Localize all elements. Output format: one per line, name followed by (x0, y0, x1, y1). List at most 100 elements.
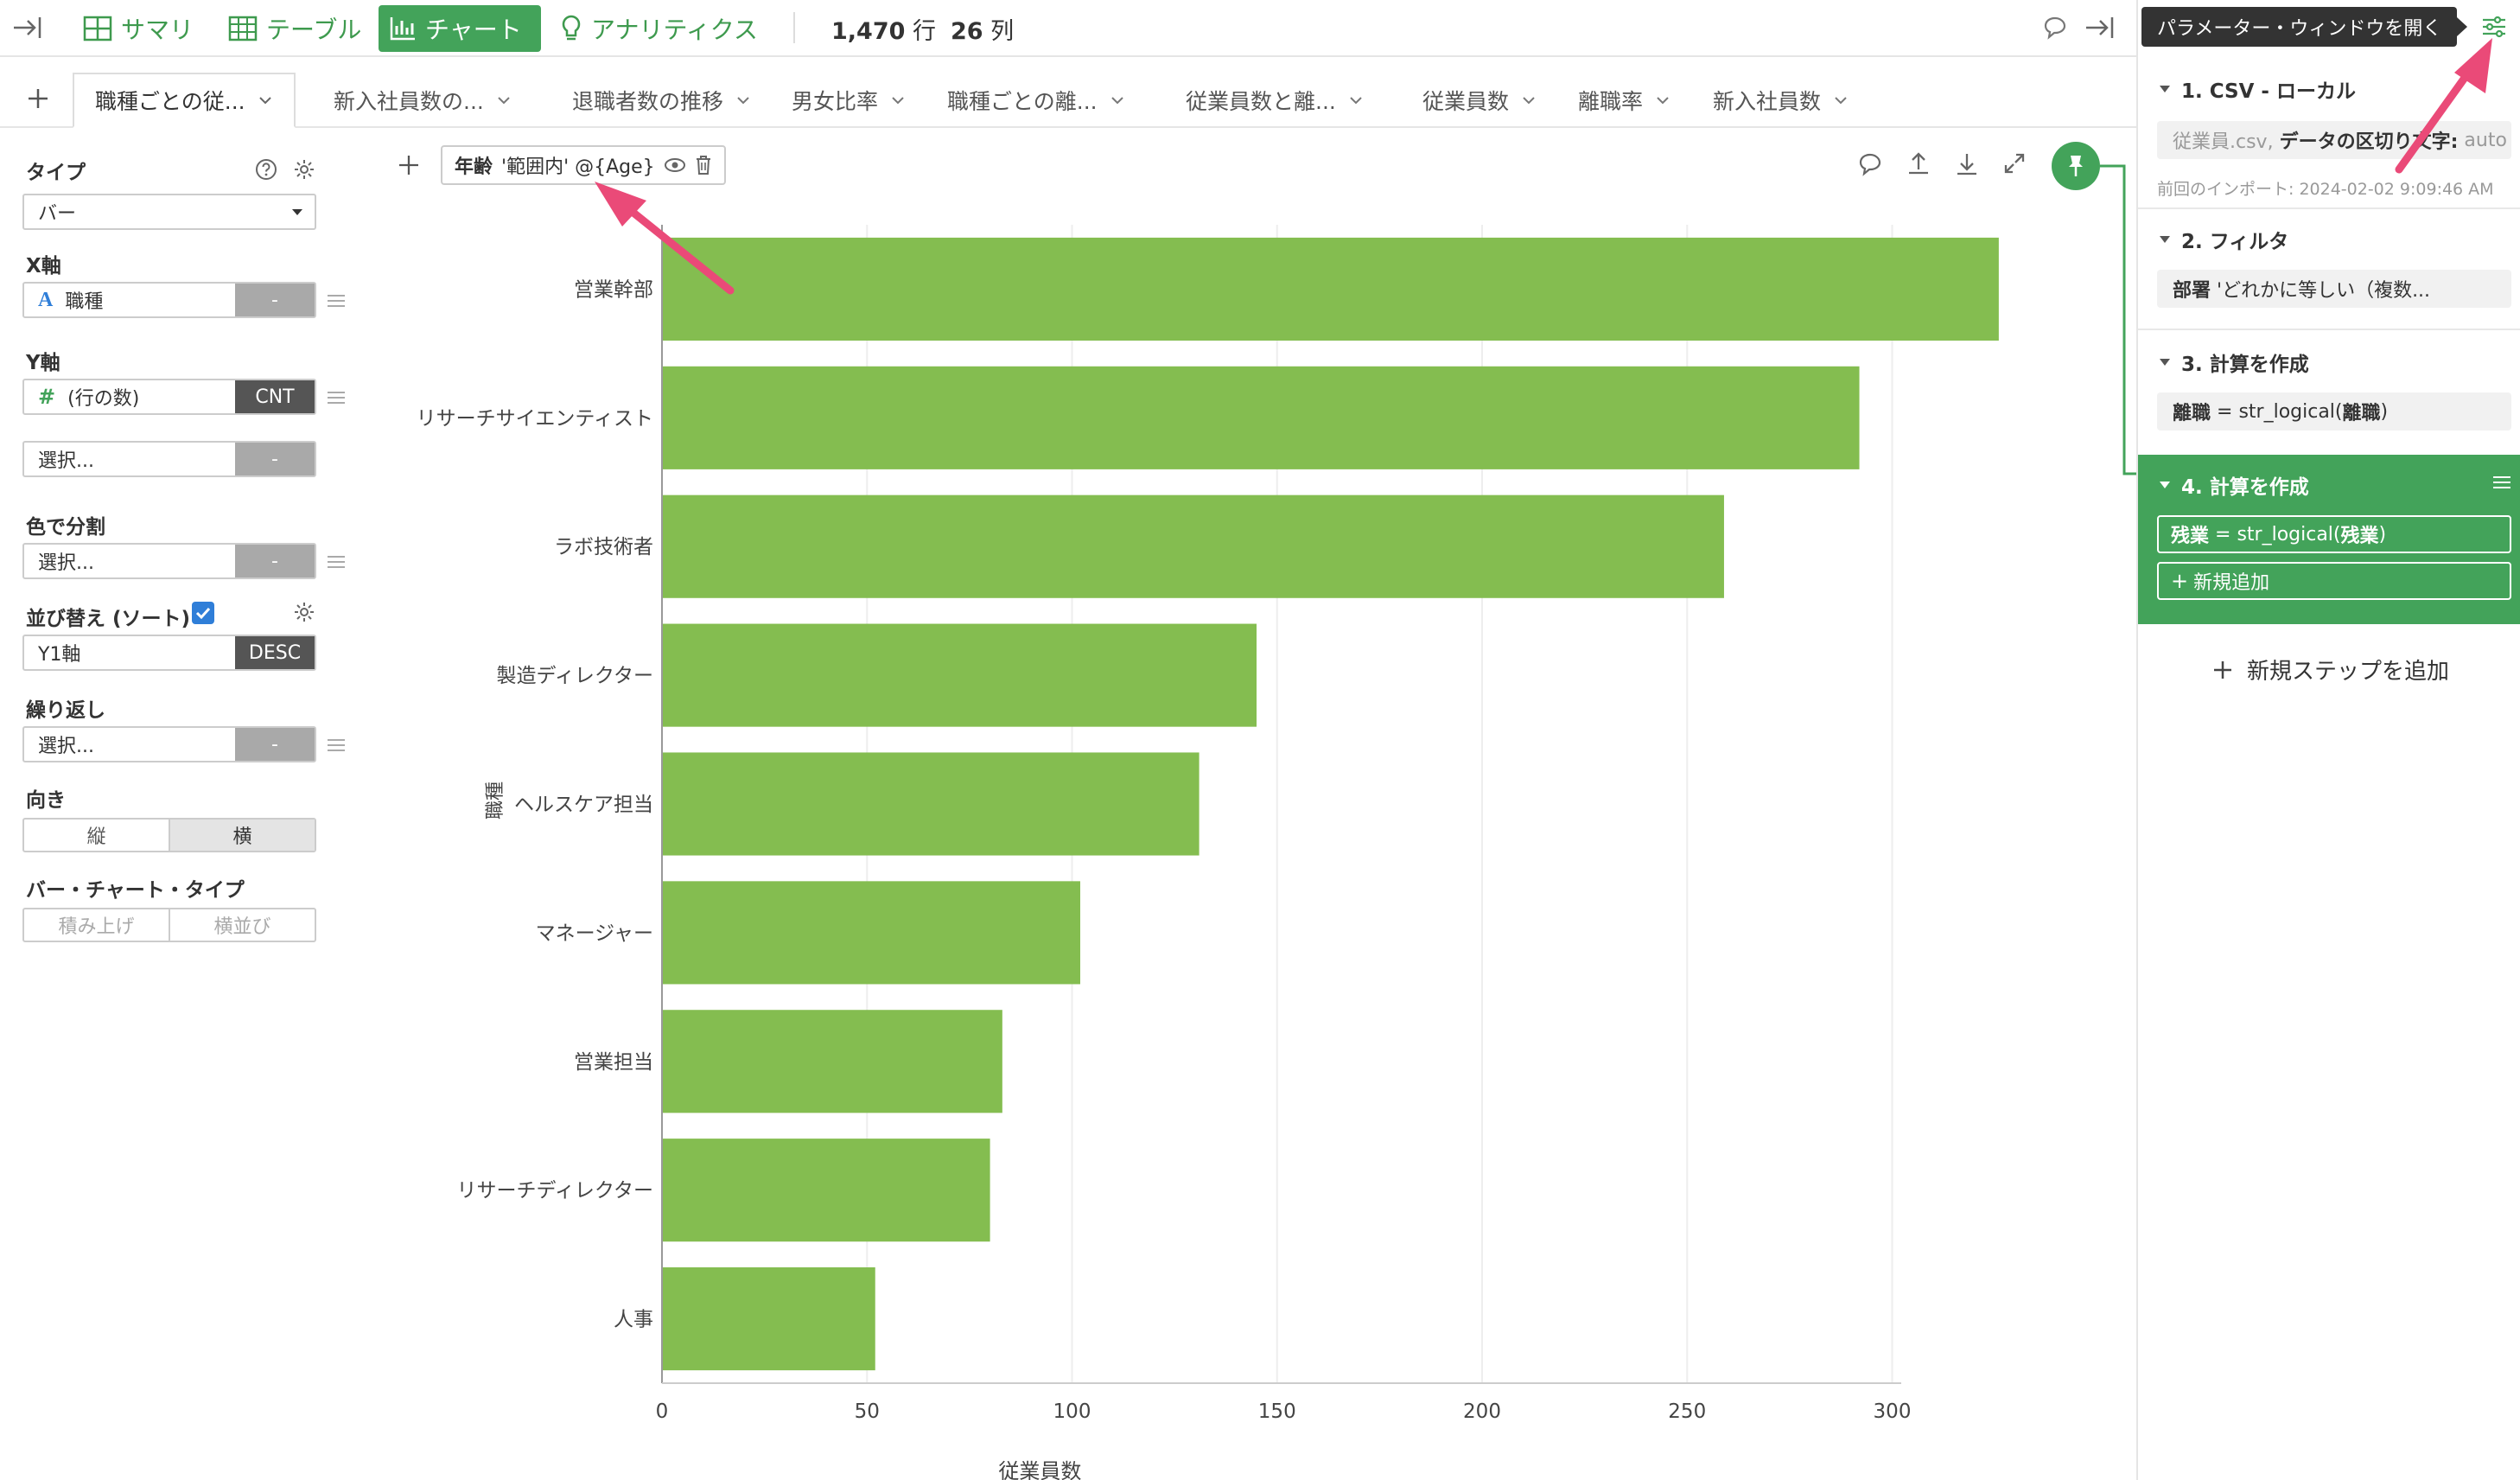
chart-view-button[interactable]: チャート (379, 5, 541, 52)
parameter-sliders-icon[interactable] (2480, 14, 2508, 40)
analytics-label: アナリティクス (591, 16, 758, 44)
bar[interactable] (662, 1139, 990, 1242)
comment-icon[interactable] (2043, 16, 2067, 40)
tab-attrition-by-job[interactable]: 職種ごとの離... (947, 74, 1125, 126)
bar-type-side-option[interactable]: 横並び (169, 909, 315, 941)
tab-attrition-trend[interactable]: 退職者数の推移 (572, 74, 751, 126)
table-view-button[interactable]: テーブル (218, 5, 372, 52)
bar-chart-icon (389, 16, 417, 41)
x-axis-title: 従業員数 (998, 1459, 1081, 1480)
tab-gender-ratio[interactable]: 男女比率 (792, 74, 906, 126)
tab-new-hires[interactable]: 新入社員数の... (334, 74, 512, 126)
text-type-icon: A (38, 288, 54, 311)
step-2-title[interactable]: 2. フィルタ (2159, 225, 2288, 254)
step-1-title[interactable]: 1. CSV - ローカル (2159, 74, 2356, 104)
step-3-title[interactable]: 3. 計算を作成 (2159, 348, 2309, 377)
sort-label: 並び替え (ソート) (26, 608, 191, 630)
number-type-icon: # (38, 385, 56, 409)
x-tick-label: 250 (1668, 1400, 1706, 1423)
chevron-down-icon (498, 97, 510, 105)
menu-lines-icon[interactable] (327, 294, 346, 308)
bar[interactable] (662, 1267, 875, 1371)
x-axis-aggregate[interactable]: - (235, 284, 315, 316)
type-label: タイプ (26, 162, 86, 184)
add-new-step-button[interactable]: 新規ステップを追加 (2212, 654, 2449, 686)
menu-lines-icon[interactable] (327, 738, 346, 752)
step-1-detail[interactable]: 従業員.csv, データの区切り文字: auto (2157, 121, 2511, 159)
orientation-vertical-option[interactable]: 縦 (24, 820, 169, 851)
category-label: 人事 (614, 1309, 653, 1331)
y-axis-aggregate[interactable]: CNT (235, 380, 315, 413)
chart-area: 年齢 '範囲内' @{Age} 0 50 100 150 200 250 300 営業幹部 リサ… (380, 130, 2109, 1480)
summary-view-button[interactable]: サマリ (73, 5, 204, 52)
tab-new-hire-count[interactable]: 新入社員数 (1713, 74, 1849, 126)
orientation-toggle: 縦 横 (22, 818, 316, 852)
repeat-aggregate[interactable]: - (235, 728, 315, 761)
bar[interactable] (662, 366, 1860, 469)
step-divider (2138, 329, 2520, 330)
bar[interactable] (662, 494, 1724, 598)
step-4-detail[interactable]: 残業 = str_logical(残業) (2157, 515, 2511, 553)
step-4-title[interactable]: 4. 計算を作成 (2159, 470, 2309, 500)
y2-axis-field[interactable]: 選択... - (22, 441, 316, 477)
x-axis-field[interactable]: A 職種 - (22, 282, 316, 318)
caret-down-icon (2160, 482, 2170, 488)
x-axis-label: X軸 (26, 255, 61, 278)
color-aggregate[interactable]: - (235, 545, 315, 577)
bar-chart: 0 50 100 150 200 250 300 営業幹部リサーチサイエンティストラボ技術者製… (417, 225, 1999, 1480)
caret-down-icon (2160, 359, 2170, 366)
x-tick-label: 150 (1258, 1400, 1296, 1423)
x-tick-label: 50 (855, 1400, 880, 1423)
menu-lines-icon[interactable] (327, 391, 346, 405)
bar-type-stacked-option[interactable]: 積み上げ (24, 909, 169, 941)
sort-direction[interactable]: DESC (235, 636, 315, 669)
bar[interactable] (662, 237, 1999, 341)
step-3-detail[interactable]: 離職 = str_logical(離職) (2157, 392, 2511, 431)
step-2-detail[interactable]: 部署 'どれかに等しい（複数... (2157, 270, 2511, 308)
chevron-down-icon (1350, 97, 1362, 105)
parameter-window-tooltip: パラメーター・ウィンドウを開く (2141, 7, 2468, 47)
step-divider (2138, 207, 2520, 209)
summary-label: サマリ (121, 16, 194, 44)
collapse-right-panel-icon[interactable] (2084, 14, 2116, 41)
sort-checkbox[interactable] (192, 602, 214, 624)
step-4-add-new-button[interactable]: + 新規追加 (2157, 562, 2511, 600)
chevron-down-icon (892, 97, 904, 105)
analytics-view-button[interactable]: アナリティクス (550, 5, 768, 52)
color-split-label: 色で分割 (26, 516, 105, 539)
category-label: リサーチサイエンティスト (417, 407, 653, 430)
chevron-down-icon (737, 97, 749, 105)
category-label: リサーチディレクター (457, 1180, 653, 1202)
category-label: 営業担当 (574, 1051, 653, 1074)
orientation-horizontal-option[interactable]: 横 (169, 820, 315, 851)
bar[interactable] (662, 623, 1257, 727)
tab-employees-by-job[interactable]: 職種ごとの従... (73, 73, 296, 128)
bar[interactable] (662, 1010, 1002, 1113)
color-split-field[interactable]: 選択... - (22, 543, 316, 579)
sort-field[interactable]: Y1軸 DESC (22, 635, 316, 671)
help-icon[interactable] (254, 157, 278, 182)
chart-type-select[interactable]: バー (22, 194, 316, 230)
bar[interactable] (662, 881, 1080, 985)
add-tab-icon[interactable] (26, 86, 50, 111)
y2-axis-aggregate[interactable]: - (235, 443, 315, 475)
tab-employees-and-attrition[interactable]: 従業員数と離... (1186, 74, 1364, 126)
tab-employee-count[interactable]: 従業員数 (1422, 74, 1537, 126)
step-menu-icon[interactable] (2492, 475, 2511, 489)
category-label: マネージャー (536, 922, 653, 945)
menu-lines-icon[interactable] (327, 555, 346, 569)
x-tick-label: 100 (1053, 1400, 1091, 1423)
y-axis-field[interactable]: # (行の数) CNT (22, 379, 316, 415)
table-label: テーブル (266, 16, 362, 44)
chart-settings-panel: タイプ バー X軸 A 職種 - Y軸 # (行の数) CNT 選択... - … (0, 130, 363, 1480)
category-label: ラボ技術者 (554, 536, 653, 558)
bar[interactable] (662, 752, 1200, 856)
y-axis-label: Y軸 (26, 352, 60, 374)
table-icon (228, 16, 258, 41)
gear-icon[interactable] (292, 157, 316, 182)
tab-attrition-rate[interactable]: 離職率 (1578, 74, 1670, 126)
dropdown-caret-icon (292, 209, 302, 215)
sort-gear-icon[interactable] (292, 600, 316, 624)
repeat-field[interactable]: 選択... - (22, 726, 316, 762)
collapse-left-panel-icon[interactable] (12, 14, 43, 41)
